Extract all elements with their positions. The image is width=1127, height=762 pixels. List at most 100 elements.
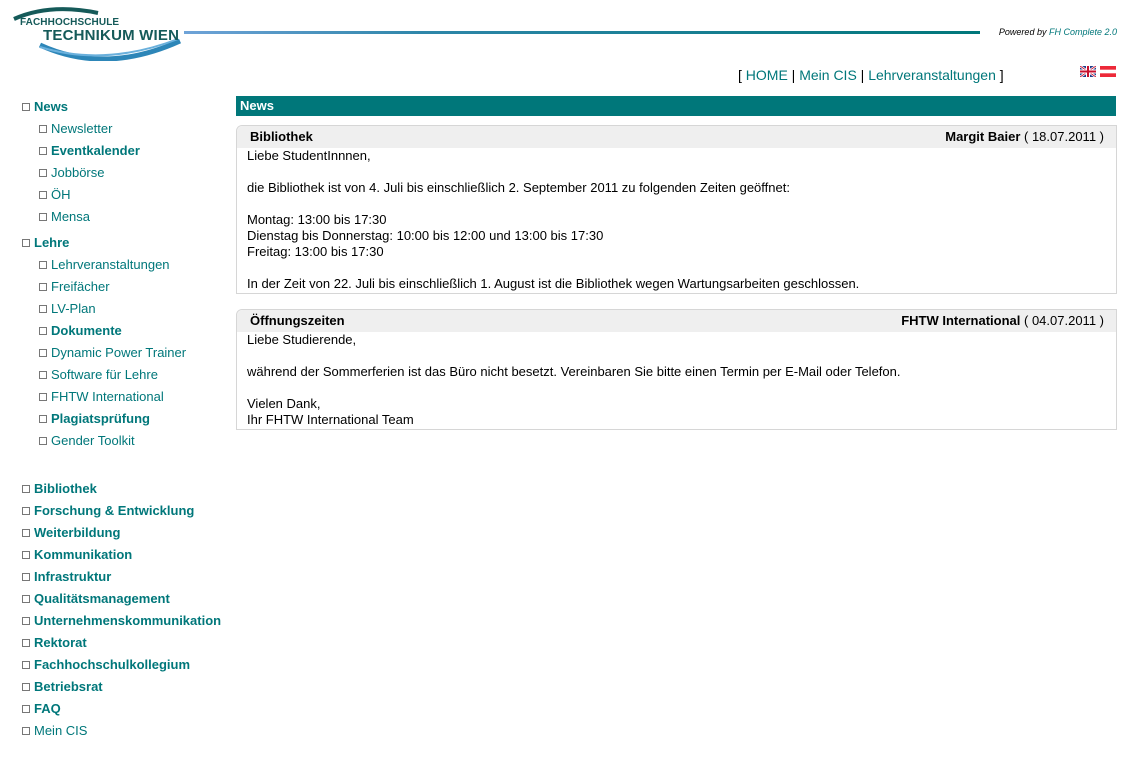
news-text-line: Liebe StudentInnnen, — [247, 148, 371, 163]
sidebar-subitem-label[interactable]: Freifächer — [51, 279, 110, 294]
bullet-box-icon — [39, 370, 47, 379]
sidebar-subitem-label[interactable]: Dokumente — [51, 323, 122, 338]
sidebar-section-label[interactable]: Unternehmenskommunikation — [34, 613, 221, 628]
sidebar-subitem-label[interactable]: Newsletter — [51, 121, 112, 136]
news-title: Bibliothek — [250, 129, 313, 144]
bullet-box-icon — [39, 146, 47, 155]
sidebar-subitem[interactable]: Freifächer — [22, 276, 232, 298]
sidebar-subitem-label[interactable]: Eventkalender — [51, 143, 140, 158]
sidebar-item-section[interactable]: Rektorat — [22, 632, 232, 654]
sidebar-subitem-label[interactable]: Lehrveranstaltungen — [51, 257, 170, 272]
sidebar-subitem[interactable]: LV-Plan — [22, 298, 232, 320]
sidebar-mein-cis-label[interactable]: Mein CIS — [34, 723, 87, 738]
sidebar-subitem[interactable]: Dokumente — [22, 320, 232, 342]
sidebar-subitem-label[interactable]: Dynamic Power Trainer — [51, 345, 186, 360]
bullet-box-icon — [39, 392, 47, 401]
sidebar-item-section[interactable]: Infrastruktur — [22, 566, 232, 588]
sidebar-subitem-label[interactable]: LV-Plan — [51, 301, 96, 316]
sidebar-subitem-label[interactable]: Plagiatsprüfung — [51, 411, 150, 426]
sidebar-lehre-label[interactable]: Lehre — [34, 235, 69, 250]
sidebar-subitem[interactable]: Plagiatsprüfung — [22, 408, 232, 430]
news-text-line: In der Zeit von 22. Juli bis einschließl… — [247, 276, 860, 291]
sidebar-section-label[interactable]: Rektorat — [34, 635, 87, 650]
sidebar-subitem-label[interactable]: Mensa — [51, 209, 90, 224]
sidebar-item-section[interactable]: Fachhochschulkollegium — [22, 654, 232, 676]
sidebar-item-section[interactable]: Betriebsrat — [22, 676, 232, 698]
sidebar: News Newsletter Eventkalender Jobbörse ÖH Me… — [22, 96, 232, 742]
news-meta: FHTW International ( 04.07.2011 ) — [901, 310, 1104, 332]
news-text-line: Montag: 13:00 bis 17:30 — [247, 212, 387, 227]
fh-technikum-wien-logo[interactable]: FACHHOCHSCHULE TECHNIKUM WIEN — [10, 5, 185, 61]
uk-flag-icon[interactable] — [1080, 66, 1096, 77]
sidebar-subitem-label[interactable]: Software für Lehre — [51, 367, 158, 382]
bullet-box-icon — [39, 124, 47, 133]
fh-complete-link[interactable]: FH Complete 2.0 — [1049, 27, 1117, 37]
sidebar-section-label[interactable]: Bibliothek — [34, 481, 97, 496]
sidebar-subitem-label[interactable]: FHTW International — [51, 389, 164, 404]
sidebar-item-section[interactable]: FAQ — [22, 698, 232, 720]
bullet-box-icon — [39, 190, 47, 199]
sidebar-item-section[interactable]: Forschung & Entwicklung — [22, 500, 232, 522]
bullet-box-icon — [22, 594, 30, 603]
bullet-box-icon — [39, 436, 47, 445]
sidebar-section-label[interactable]: Fachhochschulkollegium — [34, 657, 190, 672]
sidebar-item-news[interactable]: News — [22, 96, 232, 118]
sidebar-subitem[interactable]: FHTW International — [22, 386, 232, 408]
sidebar-subitem-label[interactable]: Gender Toolkit — [51, 433, 135, 448]
sidebar-subitem-label[interactable]: ÖH — [51, 187, 71, 202]
sidebar-item-section[interactable]: Unternehmenskommunikation — [22, 610, 232, 632]
nav-lehrveranstaltungen-link[interactable]: Lehrveranstaltungen — [868, 67, 996, 83]
nav-separator: | — [860, 67, 865, 83]
sidebar-item-section[interactable]: Qualitätsmanagement — [22, 588, 232, 610]
sidebar-section-label[interactable]: FAQ — [34, 701, 61, 716]
news-author: Margit Baier — [945, 129, 1021, 144]
sidebar-news-label[interactable]: News — [34, 99, 68, 114]
nav-home-link[interactable]: HOME — [746, 67, 788, 83]
sidebar-item-section[interactable]: Weiterbildung — [22, 522, 232, 544]
sidebar-item-mein-cis[interactable]: Mein CIS — [22, 720, 232, 742]
sidebar-subitem[interactable]: Lehrveranstaltungen — [22, 254, 232, 276]
sidebar-subitem[interactable]: Eventkalender — [22, 140, 232, 162]
bullet-box-icon — [39, 326, 47, 335]
sidebar-subitem[interactable]: ÖH — [22, 184, 232, 206]
austria-flag-icon[interactable] — [1100, 66, 1116, 77]
language-selector — [1080, 66, 1116, 77]
news-card-header: Öffnungszeiten FHTW International ( 04.0… — [237, 310, 1116, 332]
sidebar-subitem[interactable]: Newsletter — [22, 118, 232, 140]
news-author: FHTW International — [901, 313, 1021, 328]
sidebar-subitem-label[interactable]: Jobbörse — [51, 165, 104, 180]
news-text-line: Liebe Studierende, — [247, 332, 357, 347]
news-meta: Margit Baier ( 18.07.2011 ) — [945, 126, 1104, 148]
sidebar-section-label[interactable]: Qualitätsmanagement — [34, 591, 170, 606]
powered-by: Powered by FH Complete 2.0 — [999, 27, 1117, 37]
sidebar-subitem[interactable]: Mensa — [22, 206, 232, 228]
bullet-box-icon — [22, 660, 30, 669]
news-date: ( 18.07.2011 ) — [1024, 129, 1104, 144]
sidebar-item-section[interactable]: Kommunikation — [22, 544, 232, 566]
bullet-box-icon — [22, 484, 30, 493]
news-text-line: während der Sommerferien ist das Büro ni… — [247, 364, 901, 379]
top-navigation: [ HOME | Mein CIS | Lehrveranstaltungen … — [738, 67, 1004, 83]
header-divider — [184, 31, 980, 34]
sidebar-subitem[interactable]: Gender Toolkit — [22, 430, 232, 452]
sidebar-section-label[interactable]: Infrastruktur — [34, 569, 111, 584]
news-card: Öffnungszeiten FHTW International ( 04.0… — [236, 309, 1117, 430]
bullet-box-icon — [39, 304, 47, 313]
bullet-box-icon — [22, 238, 30, 247]
bullet-box-icon — [22, 102, 30, 111]
sidebar-section-label[interactable]: Weiterbildung — [34, 525, 120, 540]
nav-mein-cis-link[interactable]: Mein CIS — [799, 67, 857, 83]
sidebar-section-label[interactable]: Betriebsrat — [34, 679, 103, 694]
sidebar-item-section[interactable]: Bibliothek — [22, 478, 232, 500]
sidebar-subitem[interactable]: Dynamic Power Trainer — [22, 342, 232, 364]
sidebar-subitem[interactable]: Software für Lehre — [22, 364, 232, 386]
sidebar-subitem[interactable]: Jobbörse — [22, 162, 232, 184]
sidebar-sections: Bibliothek Forschung & Entwicklung Weiterb… — [22, 478, 232, 720]
sidebar-item-lehre[interactable]: Lehre — [22, 232, 232, 254]
news-text-line: die Bibliothek ist von 4. Juli bis einsc… — [247, 180, 790, 195]
sidebar-section-label[interactable]: Forschung & Entwicklung — [34, 503, 194, 518]
sidebar-section-label[interactable]: Kommunikation — [34, 547, 132, 562]
